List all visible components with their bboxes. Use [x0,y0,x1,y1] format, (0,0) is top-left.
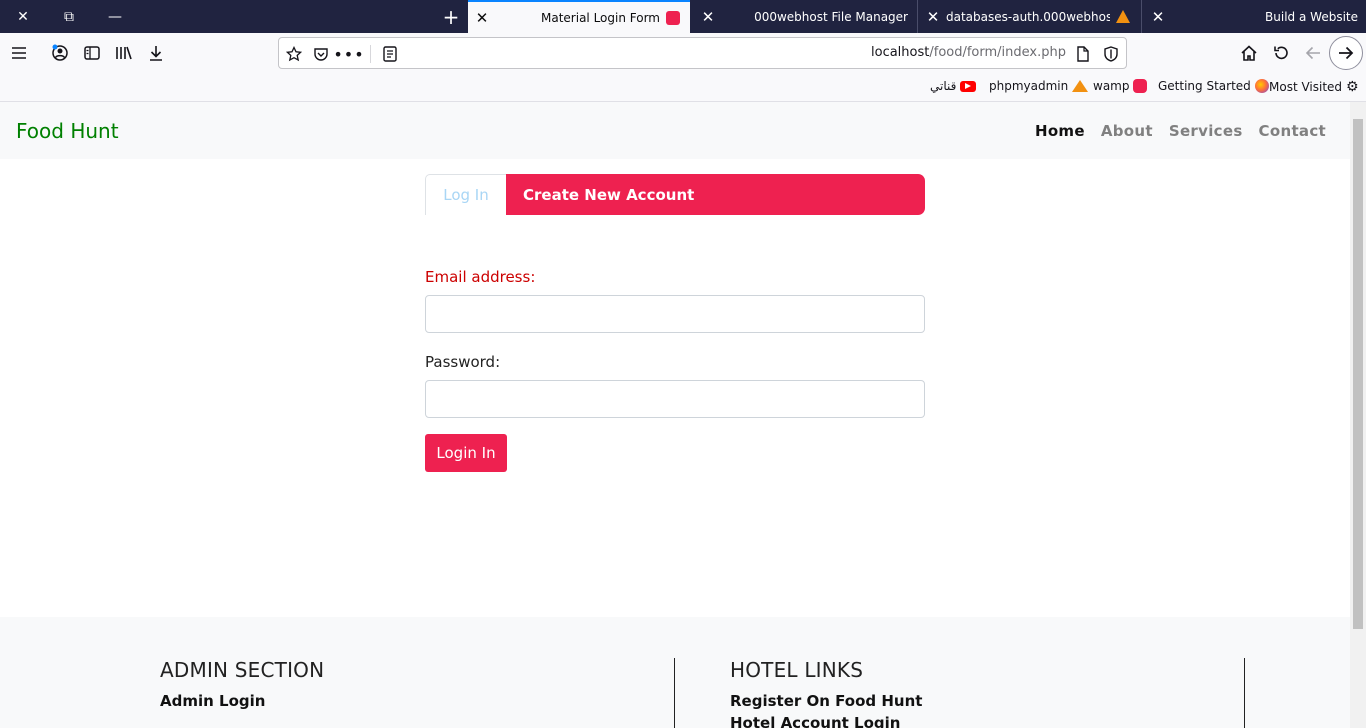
nav-contact[interactable]: Contact [1259,122,1326,140]
site-navbar: Food Hunt Home About Services Contact [0,102,1350,159]
tab-title: 000webhost File Manager [754,9,908,24]
bookmark-star-icon[interactable] [281,41,307,67]
nav-services[interactable]: Services [1169,122,1243,140]
email-label: Email address: [425,268,536,286]
downloads-icon[interactable] [141,38,171,68]
email-field[interactable] [425,295,925,333]
login-button[interactable]: Login In [425,434,507,472]
form-tabs: Log In Create New Account [425,174,925,215]
page-scrollbar[interactable] [1350,102,1366,728]
login-form: Email address: Password: Login In [425,268,925,472]
browser-tab-strip: ✕ ⧉ — + ✕ Material Login Form ✕ 000webho… [0,0,1366,33]
bookmark-label: قناتي [930,79,957,93]
url-host: localhost [871,45,930,60]
menu-icon[interactable] [4,38,34,68]
tab-log-in[interactable]: Log In [425,174,507,215]
tab-databases-auth[interactable]: ✕ databases-auth.000webhost.co [920,0,1140,33]
tab-title: databases-auth.000webhost.co [946,9,1110,24]
web-page: Food Hunt Home About Services Contact Lo… [0,102,1350,728]
bookmark-wamp[interactable]: wamp [1093,79,1148,93]
gear-icon: ⚙ [1346,79,1359,95]
footer-hotel-heading: HOTEL LINKS [730,658,864,682]
sidebar-icon[interactable] [77,38,107,68]
new-tab-button[interactable]: + [436,0,466,33]
url-path: /food/form/index.php [929,45,1066,60]
tab-create-account[interactable]: Create New Account [506,174,925,215]
firefox-icon [1254,79,1269,93]
tracking-protection-icon[interactable] [1098,41,1124,67]
nav-home[interactable]: Home [1035,122,1085,140]
bookmarks-bar: قناتي phpmyadmin wamp Getting Started Mo… [0,73,1366,102]
pocket-icon[interactable] [308,41,334,67]
home-icon[interactable] [1234,38,1264,68]
tab-build-a-website[interactable]: ✕ Build a Website [1144,0,1366,33]
bookmark-my-channel[interactable]: قناتي [930,79,977,93]
password-field[interactable] [425,380,925,418]
site-nav: Home About Services Contact [1035,122,1326,140]
window-restore-icon[interactable]: ⧉ [46,0,92,33]
tab-close-icon[interactable]: ✕ [468,9,496,27]
tab-close-icon[interactable]: ✕ [1144,8,1172,26]
bookmark-label: wamp [1093,79,1130,93]
bookmark-label: phpmyadmin [989,79,1069,93]
window-close-icon[interactable]: ✕ [0,0,46,33]
admin-login-link[interactable]: Admin Login [160,692,324,710]
page-actions-icon[interactable]: ••• [333,41,363,67]
library-icon[interactable] [109,38,139,68]
wamp-icon [1133,79,1148,93]
password-label: Password: [425,353,501,371]
url-bar[interactable]: ••• localhost/food/form/index.php [278,37,1127,69]
site-footer: ADMIN SECTION Admin Login HOTEL LINKS Re… [0,617,1350,728]
nav-about[interactable]: About [1101,122,1153,140]
bookmark-label: Getting Started [1158,79,1251,93]
footer-divider [674,658,675,728]
tab-separator [1141,0,1142,33]
bookmark-phpmyadmin[interactable]: phpmyadmin [989,79,1089,93]
reload-icon[interactable] [1266,38,1296,68]
phpmyadmin-icon [1072,80,1089,92]
footer-admin-heading: ADMIN SECTION [160,658,325,682]
account-icon[interactable] [45,38,75,68]
forward-arrow-icon[interactable] [1329,36,1363,70]
tab-title: Build a Website [1265,9,1358,24]
bookmark-most-visited[interactable]: Most Visited ⚙ [1269,79,1359,95]
back-arrow-icon[interactable] [1298,38,1328,68]
register-link[interactable]: Register On Food Hunt [730,692,922,710]
tab-material-login-form[interactable]: ✕ Material Login Form [468,0,690,33]
tab-close-icon[interactable]: ✕ [694,8,722,26]
tab-separator [917,0,918,33]
youtube-icon [960,80,977,92]
tab-000webhost-file-manager[interactable]: ✕ 000webhost File Manager [694,0,916,33]
window-minimize-icon[interactable]: — [92,0,138,33]
reader-view-icon[interactable] [377,41,403,67]
url-separator [370,45,371,63]
footer-hotel-links: HOTEL LINKS Register On Food Hunt Hotel … [730,658,922,728]
tab-title: Material Login Form [541,10,660,25]
footer-divider [1244,658,1245,728]
bookmark-label: Most Visited [1269,80,1343,94]
hotel-account-login-link[interactable]: Hotel Account Login [730,714,922,728]
tab-close-icon[interactable]: ✕ [920,8,946,26]
phpmyadmin-favicon-icon [1116,10,1130,23]
site-favicon-icon [666,10,680,25]
site-brand[interactable]: Food Hunt [16,119,119,143]
page-info-icon[interactable] [1070,41,1096,67]
url-text[interactable]: localhost/food/form/index.php [871,45,1066,60]
scrollbar-thumb[interactable] [1353,119,1363,629]
browser-toolbar: ••• localhost/food/form/index.php [0,33,1366,73]
footer-admin-section: ADMIN SECTION Admin Login [160,658,324,710]
bookmark-getting-started[interactable]: Getting Started [1158,79,1269,93]
